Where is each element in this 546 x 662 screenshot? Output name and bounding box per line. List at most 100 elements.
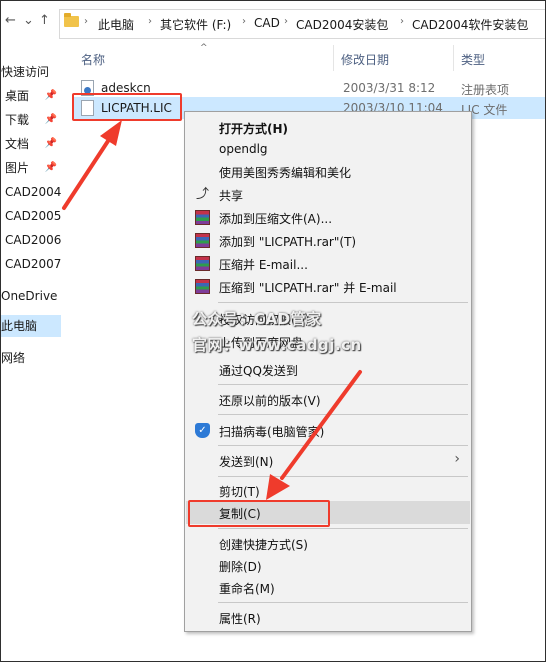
chevron-right-icon[interactable]: ›: [242, 16, 246, 27]
nav-network[interactable]: 网络: [1, 347, 61, 369]
menu-separator: [218, 602, 468, 603]
column-divider[interactable]: [453, 45, 454, 71]
context-menu: 打开方式(H) opendlg 使用美图秀秀编辑和美化 ⤴ 共享 添加到压缩文件(…: [184, 111, 472, 632]
breadcrumb-current[interactable]: CAD2004软件安装包: [412, 16, 528, 33]
menu-rename[interactable]: 重命名(M): [186, 576, 470, 599]
address-row: ← ⌄ ↑ › 此电脑 › 其它软件 (F:) › CAD › CAD2004安…: [1, 1, 545, 45]
nav-label: CAD2007: [5, 257, 62, 271]
nav-label: 网络: [1, 351, 26, 365]
share-icon: ⤴: [195, 187, 209, 202]
breadcrumb-cad[interactable]: CAD: [254, 16, 280, 30]
breadcrumb-this-pc[interactable]: 此电脑: [98, 16, 134, 33]
nav-label: CAD2005: [5, 209, 62, 223]
column-type[interactable]: 类型: [461, 51, 485, 68]
menu-properties[interactable]: 属性(R): [186, 606, 470, 629]
menu-separator: [218, 414, 468, 415]
copy-highlight-box: [188, 500, 330, 527]
up-icon[interactable]: ↑: [39, 13, 50, 28]
menu-send-via-qq[interactable]: 通过QQ发送到: [186, 358, 470, 381]
breadcrumb-drive[interactable]: 其它软件 (F:): [160, 16, 231, 33]
menu-send-to[interactable]: 发送到(N) ›: [186, 449, 470, 472]
pin-icon: 📌: [44, 114, 57, 125]
menu-restore-versions[interactable]: 还原以前的版本(V): [186, 388, 470, 411]
column-divider[interactable]: [333, 45, 334, 71]
navigation-pane: 快速访问 桌面 📌 下载 📌 文档 📌 图片 📌 CAD2004 CAD2005 CAD…: [1, 45, 61, 661]
menu-label: 通过QQ发送到: [219, 364, 298, 378]
nav-label: 快速访问: [1, 65, 50, 79]
nav-cad2007[interactable]: CAD2007: [1, 253, 61, 275]
file-highlight-box: [72, 93, 182, 121]
menu-label: 重命名(M): [219, 582, 275, 596]
nav-desktop[interactable]: 桌面 📌: [1, 85, 61, 107]
pin-icon: 📌: [44, 90, 57, 101]
menu-label: 还原以前的版本(V): [219, 394, 321, 408]
menu-scan-virus[interactable]: ✓ 扫描病毒(电脑管家): [186, 419, 470, 442]
file-type: 注册表项: [461, 83, 510, 97]
nav-documents[interactable]: 文档 📌: [1, 133, 61, 155]
menu-label: 剪切(T): [219, 485, 260, 499]
menu-create-shortcut[interactable]: 创建快捷方式(S): [186, 532, 470, 555]
nav-label: 下载: [5, 113, 30, 127]
address-bar[interactable]: › 此电脑 › 其它软件 (F:) › CAD › CAD2004安装包 › C…: [59, 9, 545, 39]
nav-label: 桌面: [5, 89, 30, 103]
shield-icon: ✓: [195, 423, 210, 438]
chevron-right-icon[interactable]: ›: [400, 16, 404, 27]
nav-cad2004[interactable]: CAD2004: [1, 181, 61, 203]
watermark-line1: 公众号：CAD管家: [192, 310, 322, 328]
winrar-icon: [195, 210, 210, 225]
nav-label: OneDrive: [1, 289, 58, 303]
file-date: 2003/3/31 8:12: [343, 81, 436, 95]
nav-this-pc[interactable]: 此电脑: [1, 315, 61, 337]
menu-label: 扫描病毒(电脑管家): [219, 425, 325, 439]
nav-label: CAD2004: [5, 185, 62, 199]
menu-compress-rar-email[interactable]: 压缩到 "LICPATH.rar" 并 E-mail: [186, 275, 470, 298]
menu-label: 属性(R): [219, 612, 261, 626]
recent-locations-icon[interactable]: ⌄: [23, 13, 34, 28]
menu-delete[interactable]: 删除(D): [186, 554, 470, 577]
nav-label: 此电脑: [1, 319, 38, 333]
nav-label: 图片: [5, 161, 30, 175]
nav-onedrive[interactable]: OneDrive: [1, 285, 61, 307]
menu-separator: [218, 302, 468, 303]
menu-compress-email[interactable]: 压缩并 E-mail...: [186, 252, 470, 275]
menu-add-to-archive[interactable]: 添加到压缩文件(A)...: [186, 206, 470, 229]
nav-cad2006[interactable]: CAD2006: [1, 229, 61, 251]
chevron-right-icon[interactable]: ›: [148, 16, 152, 27]
chevron-right-icon[interactable]: ›: [84, 16, 88, 27]
menu-meitu[interactable]: 使用美图秀秀编辑和美化: [186, 160, 470, 183]
nav-quick-access[interactable]: 快速访问: [1, 61, 61, 83]
folder-icon: [64, 13, 79, 27]
menu-label: opendlg: [219, 142, 268, 156]
column-name[interactable]: 名称: [81, 51, 105, 68]
menu-add-to-rar[interactable]: 添加到 "LICPATH.rar"(T): [186, 229, 470, 252]
nav-label: 文档: [5, 137, 30, 151]
chevron-right-icon[interactable]: ›: [284, 16, 288, 27]
menu-label: 压缩到 "LICPATH.rar" 并 E-mail: [219, 281, 397, 295]
pin-icon: 📌: [44, 162, 57, 173]
breadcrumb-cad2004[interactable]: CAD2004安装包: [296, 16, 388, 33]
column-header: ^ 名称 修改日期 类型: [61, 43, 545, 71]
nav-downloads[interactable]: 下载 📌: [1, 109, 61, 131]
menu-opendlg[interactable]: opendlg: [186, 138, 470, 161]
watermark-line2: 官网：www.cadgj.cn: [192, 336, 362, 354]
menu-label: 使用美图秀秀编辑和美化: [219, 166, 352, 180]
nav-pictures[interactable]: 图片 📌: [1, 157, 61, 179]
menu-cut[interactable]: 剪切(T): [186, 479, 470, 502]
column-date[interactable]: 修改日期: [341, 51, 389, 68]
menu-share[interactable]: ⤴ 共享: [186, 183, 470, 206]
menu-label: 发送到(N): [219, 455, 274, 469]
nav-label: CAD2006: [5, 233, 62, 247]
menu-label: 添加到 "LICPATH.rar"(T): [219, 235, 357, 249]
menu-label: 共享: [219, 189, 244, 203]
back-icon[interactable]: ←: [5, 13, 16, 28]
winrar-icon: [195, 256, 210, 271]
nav-cad2005[interactable]: CAD2005: [1, 205, 61, 227]
pin-icon: 📌: [44, 138, 57, 149]
menu-separator: [218, 476, 468, 477]
menu-separator: [218, 445, 468, 446]
menu-open-with[interactable]: 打开方式(H): [186, 116, 470, 139]
chevron-right-icon: ›: [454, 451, 460, 467]
winrar-icon: [195, 233, 210, 248]
menu-separator: [218, 384, 468, 385]
menu-label: 添加到压缩文件(A)...: [219, 212, 333, 226]
